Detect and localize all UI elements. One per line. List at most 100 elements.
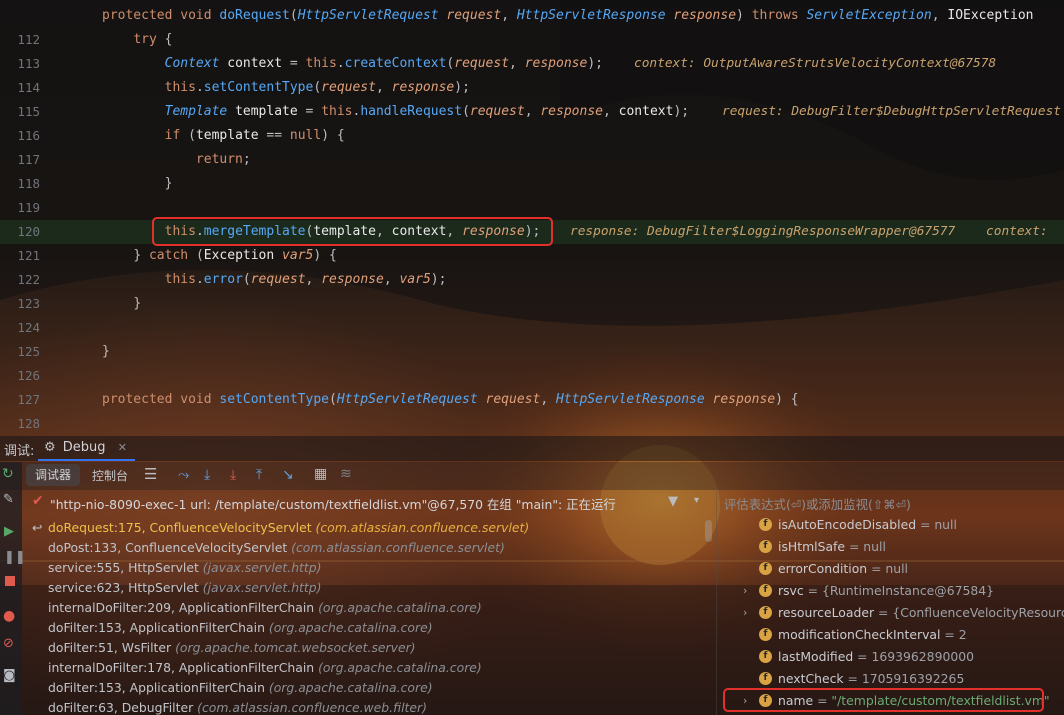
variable-item[interactable]: f modificationCheckInterval = 2: [759, 624, 967, 646]
code-text: if (template == null) {: [164, 128, 345, 143]
frame-item[interactable]: ↩ doRequest:175, ConfluenceVelocityServl…: [32, 518, 530, 538]
variable-value: 1705916392265: [861, 671, 965, 686]
frame-method: internalDoFilter:209, ApplicationFilterC…: [48, 600, 319, 615]
code-text: return;: [195, 152, 251, 167]
frame-package: (com.atlassian.confluence.servlet): [315, 520, 530, 535]
frame-item[interactable]: doFilter:153, ApplicationFilterChain (or…: [48, 678, 433, 698]
equals-sign: =: [843, 671, 862, 686]
view-breakpoints-icon[interactable]: ●: [3, 608, 15, 624]
frame-item[interactable]: service:623, HttpServlet (javax.servlet.…: [48, 578, 321, 598]
rerun-icon[interactable]: ↻: [2, 466, 14, 482]
code-line[interactable]: 123 }: [0, 292, 1064, 316]
variable-item[interactable]: f errorCondition = null: [759, 558, 908, 580]
bug-icon: ⚙: [44, 440, 56, 455]
camera-icon[interactable]: ◙: [3, 668, 16, 683]
field-icon: f: [759, 672, 772, 685]
resume-icon[interactable]: ▶: [4, 524, 14, 539]
frame-method: doFilter:153, ApplicationFilterChain: [48, 680, 269, 695]
code-line[interactable]: 112 try {: [0, 28, 1064, 52]
tab-console[interactable]: 控制台: [92, 467, 128, 484]
variable-item[interactable]: f lastModified = 1693962890000: [759, 646, 974, 668]
code-text: protected void setContentType(HttpServle…: [102, 392, 799, 407]
code-line[interactable]: 116 if (template == null) {: [0, 124, 1064, 148]
variable-value: 1693962890000: [871, 649, 974, 664]
code-line[interactable]: 126: [0, 364, 1064, 388]
line-number: 126: [17, 368, 40, 383]
step-into-icon[interactable]: ⤓: [204, 467, 210, 483]
code-line[interactable]: 125}: [0, 340, 1064, 364]
pause-icon[interactable]: ❚❚: [4, 550, 26, 565]
frame-package: (org.apache.tomcat.websocket.server): [175, 640, 416, 655]
force-step-into-icon[interactable]: ⤓: [230, 467, 236, 483]
frame-method: doPost:133, ConfluenceVelocityServlet: [48, 540, 292, 555]
line-number: 124: [17, 320, 40, 335]
variable-item[interactable]: f isHtmlSafe = null: [759, 536, 886, 558]
variable-item[interactable]: f isAutoEncodeDisabled = null: [759, 514, 957, 536]
code-line[interactable]: 127 protected void setContentType(HttpSer…: [0, 388, 1064, 412]
code-line[interactable]: 115 Template template = this.handleReque…: [0, 100, 1064, 124]
code-line[interactable]: 118 }: [0, 172, 1064, 196]
mute-breakpoints-icon[interactable]: ⊘: [3, 636, 14, 651]
code-line[interactable]: 124: [0, 316, 1064, 340]
frame-method: doFilter:63, DebugFilter: [48, 700, 198, 715]
frame-item[interactable]: doFilter:63, DebugFilter (com.atlassian.…: [48, 698, 427, 715]
frame-method: doRequest:175, ConfluenceVelocityServlet: [48, 520, 316, 535]
variable-name: isHtmlSafe: [778, 539, 846, 554]
variable-value: null: [934, 517, 957, 532]
tab-debugger[interactable]: 调试器: [26, 464, 81, 486]
frame-package: (javax.servlet.http): [202, 560, 322, 575]
variable-name: isAutoEncodeDisabled: [778, 517, 917, 532]
stop-icon[interactable]: [5, 576, 15, 586]
variable-name: lastModified: [778, 649, 854, 664]
line-number: 112: [17, 32, 40, 47]
chevron-right-icon[interactable]: ›: [743, 606, 747, 619]
variable-item[interactable]: f nextCheck = 1705916392265: [759, 668, 964, 690]
run-to-cursor-icon[interactable]: ↘: [282, 467, 294, 483]
line-number: 116: [17, 128, 40, 143]
variable-item[interactable]: f resourceLoader = {ConfluenceVelocityRes…: [759, 602, 1064, 624]
close-icon[interactable]: ✕: [118, 441, 127, 454]
code-line[interactable]: 122 this.error(request, response, var5);: [0, 268, 1064, 292]
frame-item[interactable]: doFilter:51, WsFilter (org.apache.tomcat…: [48, 638, 416, 658]
highlight-name-variable: [723, 688, 1044, 712]
highlight-merge-template-call: [152, 217, 553, 246]
frame-item[interactable]: internalDoFilter:209, ApplicationFilterC…: [48, 598, 482, 618]
calculator-icon[interactable]: ▦: [314, 466, 327, 482]
field-icon: f: [759, 650, 772, 663]
menu-icon[interactable]: ☰: [144, 465, 157, 483]
code-line[interactable]: 128: [0, 412, 1064, 428]
equals-sign: =: [874, 605, 893, 620]
code-text: Context context = this.createContext(req…: [164, 56, 603, 71]
frames-list[interactable]: ↩ doRequest:175, ConfluenceVelocityServl…: [22, 490, 716, 715]
line-number: 122: [17, 272, 40, 287]
line-number: 128: [17, 416, 40, 428]
step-out-icon[interactable]: ⤒: [256, 467, 262, 483]
frame-item[interactable]: service:555, HttpServlet (javax.servlet.…: [48, 558, 321, 578]
debug-toolbar: 调试器 控制台 ☰ ⤳ ⤓ ⤓ ⤒ ↘ ▦ ≋: [0, 462, 1064, 490]
inline-debug-hint: context: OutputAwareStrutsVelocityContex…: [634, 56, 997, 71]
code-text: try {: [133, 32, 173, 47]
step-over-icon[interactable]: ⤳: [178, 467, 189, 483]
variable-value: null: [863, 539, 886, 554]
code-line[interactable]: 121 } catch (Exception var5) {: [0, 244, 1064, 268]
code-line[interactable]: 114 this.setContentType(request, respons…: [0, 76, 1064, 100]
code-line[interactable]: 113 Context context = this.createContext…: [0, 52, 1064, 76]
frame-package: (org.apache.catalina.core): [318, 600, 482, 615]
trace-icon[interactable]: ≋: [340, 466, 352, 482]
code-line[interactable]: protected void doRequest(HttpServletRequ…: [0, 4, 1064, 28]
field-icon: f: [759, 562, 772, 575]
chevron-right-icon[interactable]: ›: [743, 584, 747, 597]
code-editor[interactable]: protected void doRequest(HttpServletRequ…: [0, 0, 1064, 428]
debug-tab[interactable]: ⚙ Debug ✕: [38, 437, 135, 461]
frame-item[interactable]: doPost:133, ConfluenceVelocityServlet (c…: [48, 538, 505, 558]
settings-wrench-icon[interactable]: ✎: [3, 492, 14, 507]
frames-scrollbar[interactable]: [705, 520, 712, 542]
variables-tree[interactable]: f isAutoEncodeDisabled = null f isHtmlSafe …: [716, 490, 1064, 715]
debug-tool-window-header: 调试: ⚙ Debug ✕: [0, 436, 1064, 461]
frame-item[interactable]: doFilter:153, ApplicationFilterChain (or…: [48, 618, 433, 638]
frame-package: (com.atlassian.confluence.servlet): [291, 540, 505, 555]
frame-item[interactable]: internalDoFilter:178, ApplicationFilterC…: [48, 658, 482, 678]
code-line[interactable]: 117 return;: [0, 148, 1064, 172]
variable-item[interactable]: f rsvc = {RuntimeInstance@67584}: [759, 580, 994, 602]
code-text: this.error(request, response, var5);: [164, 272, 447, 287]
